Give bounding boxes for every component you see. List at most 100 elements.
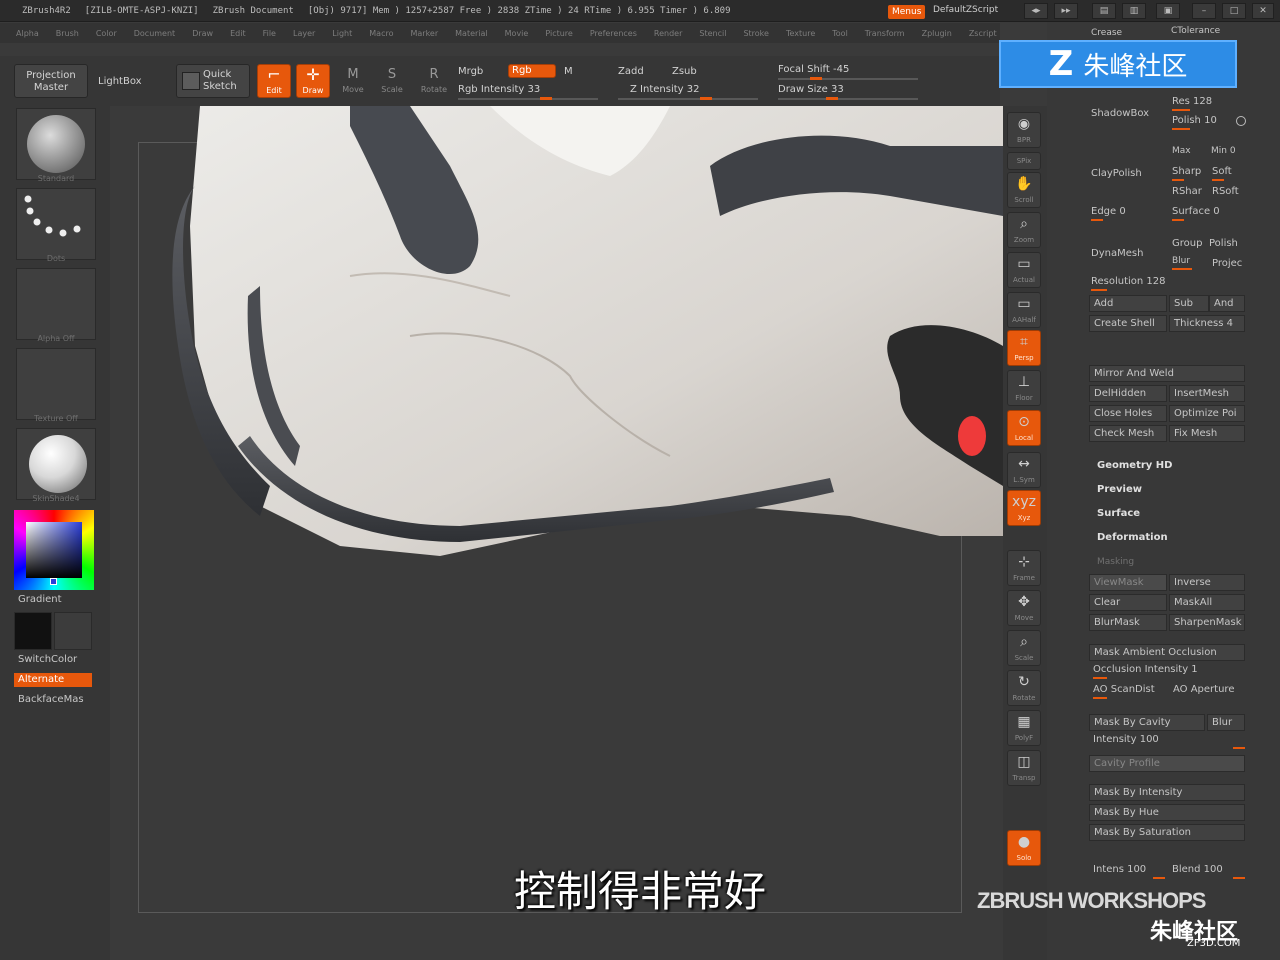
quick-sketch-button[interactable]: Quick Sketch (176, 64, 250, 98)
shelf-xyz-button[interactable]: xyz Xyz (1007, 490, 1041, 526)
surface-slider[interactable]: Surface 0 (1172, 206, 1220, 217)
sharp-slider[interactable]: Sharp (1172, 166, 1201, 177)
blur-fill[interactable] (1172, 268, 1192, 270)
focal-shift-slider[interactable]: Focal Shift -45 (778, 64, 849, 75)
shelf-bpr-button[interactable]: ◉ BPR (1007, 112, 1041, 148)
menu-macro[interactable]: Macro (369, 29, 393, 38)
viewmask-button[interactable]: ViewMask (1089, 574, 1167, 591)
draw-size-slider[interactable]: Draw Size 33 (778, 84, 844, 95)
preview-section[interactable]: Preview (1097, 484, 1142, 495)
draw-size-track[interactable] (778, 98, 918, 100)
menu-stroke[interactable]: Stroke (743, 29, 769, 38)
edge-fill[interactable] (1091, 219, 1103, 221)
rsoft-slider[interactable]: RSoft (1212, 186, 1239, 197)
geometry-hd-section[interactable]: Geometry HD (1097, 460, 1172, 471)
menu-file[interactable]: File (263, 29, 276, 38)
occlusion-intensity-fill[interactable] (1093, 677, 1107, 679)
color-picker-square[interactable] (26, 522, 82, 578)
insertmesh-button[interactable]: InsertMesh (1169, 385, 1245, 402)
menu-tool[interactable]: Tool (832, 29, 848, 38)
shelf-zoom-button[interactable]: ⌕ Zoom (1007, 212, 1041, 248)
ctolerance-slider[interactable]: CTolerance (1171, 26, 1220, 36)
menu-zplugin[interactable]: Zplugin (922, 29, 952, 38)
claypolish-button[interactable]: ClayPolish (1091, 168, 1142, 179)
rgb-intensity-knob[interactable] (540, 97, 552, 100)
rgb-intensity-track[interactable] (458, 98, 598, 100)
menu-material[interactable]: Material (455, 29, 488, 38)
rsharp-slider[interactable]: RShar (1172, 186, 1202, 197)
shelf-rotate-button[interactable]: ↻ Rotate (1007, 670, 1041, 706)
mrgb-button[interactable]: Mrgb (458, 66, 483, 77)
shelf-floor-button[interactable]: ⊥ Floor (1007, 370, 1041, 406)
material-thumbnail[interactable] (16, 428, 96, 500)
deformation-section[interactable]: Deformation (1097, 532, 1168, 543)
menu-picture[interactable]: Picture (545, 29, 573, 38)
layout-icon[interactable]: ▤ (1092, 3, 1116, 19)
mask-by-hue-button[interactable]: Mask By Hue (1089, 804, 1245, 821)
switchcolor-button[interactable]: SwitchColor (18, 654, 77, 665)
cavity-intensity-fill[interactable] (1233, 747, 1245, 749)
crease-button[interactable]: Crease (1091, 28, 1122, 38)
sharpenmask-button[interactable]: SharpenMask (1169, 614, 1245, 631)
maskall-button[interactable]: MaskAll (1169, 594, 1245, 611)
layout-alt-icon[interactable]: ▥ (1122, 3, 1146, 19)
rgb-button[interactable]: Rgb (508, 64, 556, 78)
rgb-intensity-slider[interactable]: Rgb Intensity 33 (458, 84, 540, 95)
min-slider[interactable]: Min 0 (1211, 146, 1236, 156)
projection-master-button[interactable]: Projection Master (14, 64, 88, 98)
optimize-points-button[interactable]: Optimize Poi (1169, 405, 1245, 422)
polish-slider[interactable]: Polish 10 (1172, 115, 1217, 126)
zadd-button[interactable]: Zadd (618, 66, 644, 77)
shelf-frame-button[interactable]: ⊹ Frame (1007, 550, 1041, 586)
shelf-polyf-button[interactable]: ▦ PolyF (1007, 710, 1041, 746)
focal-shift-track[interactable] (778, 78, 918, 80)
move-button[interactable]: M Move (338, 66, 368, 98)
resolution-slider[interactable]: Resolution 128 (1091, 276, 1166, 287)
masking-section[interactable]: Masking (1097, 557, 1134, 567)
delhidden-button[interactable]: DelHidden (1089, 385, 1167, 402)
menu-render[interactable]: Render (654, 29, 682, 38)
stroke-thumbnail[interactable] (16, 188, 96, 260)
secondary-color-swatch[interactable] (54, 612, 92, 650)
backfacemask-button[interactable]: BackfaceMas (18, 694, 84, 705)
menu-marker[interactable]: Marker (410, 29, 438, 38)
res-slider-fill[interactable] (1172, 109, 1190, 111)
shelf-actual-button[interactable]: ▭ Actual (1007, 252, 1041, 288)
dynamesh-button[interactable]: DynaMesh (1091, 248, 1143, 259)
thickness-slider[interactable]: Thickness 4 (1169, 315, 1245, 332)
m-button[interactable]: M (564, 66, 573, 77)
menu-transform[interactable]: Transform (865, 29, 905, 38)
mask-by-cavity-button[interactable]: Mask By Cavity (1089, 714, 1205, 731)
mask-by-saturation-button[interactable]: Mask By Saturation (1089, 824, 1245, 841)
max-slider[interactable]: Max (1172, 146, 1191, 156)
inverse-button[interactable]: Inverse (1169, 574, 1245, 591)
main-color-swatch[interactable] (14, 612, 52, 650)
mirror-and-weld-button[interactable]: Mirror And Weld (1089, 365, 1245, 382)
fix-mesh-button[interactable]: Fix Mesh (1169, 425, 1245, 442)
check-mesh-button[interactable]: Check Mesh (1089, 425, 1167, 442)
texture-thumbnail[interactable] (16, 348, 96, 420)
draw-size-knob[interactable] (826, 97, 838, 100)
draw-button[interactable]: ✛ Draw (296, 64, 330, 98)
canvas-viewport[interactable] (110, 106, 1003, 960)
create-shell-button[interactable]: Create Shell (1089, 315, 1167, 332)
scale-button[interactable]: S Scale (377, 66, 407, 98)
maximize-icon[interactable]: □ (1222, 3, 1246, 19)
clear-mask-button[interactable]: Clear (1089, 594, 1167, 611)
polish-slider-fill[interactable] (1172, 128, 1190, 130)
default-script-button[interactable]: DefaultZScript (933, 5, 998, 15)
blur-slider[interactable]: Blur (1172, 256, 1190, 266)
shelf-scale-button[interactable]: ⌕ Scale (1007, 630, 1041, 666)
zsub-button[interactable]: Zsub (672, 66, 697, 77)
shadowbox-button[interactable]: ShadowBox (1091, 108, 1149, 119)
cavity-blur-slider[interactable]: Blur (1207, 714, 1245, 731)
color-picker[interactable] (14, 510, 94, 590)
alternate-button[interactable]: Alternate (14, 673, 92, 687)
menu-movie[interactable]: Movie (505, 29, 529, 38)
menu-zscript[interactable]: Zscript (969, 29, 997, 38)
alpha-thumbnail[interactable] (16, 268, 96, 340)
project-button[interactable]: Projec (1212, 258, 1242, 269)
polish-toggle[interactable]: Polish (1209, 238, 1238, 249)
shelf-aahalf-button[interactable]: ▭ AAHalf (1007, 292, 1041, 328)
menu-stencil[interactable]: Stencil (699, 29, 726, 38)
